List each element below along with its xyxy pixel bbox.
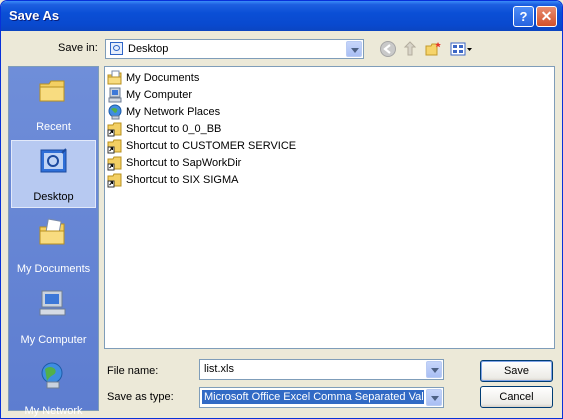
my-network-icon bbox=[108, 104, 122, 120]
save-as-dialog: Save As ? ✕ Save in: Desktop Recent Desk… bbox=[0, 0, 563, 419]
file-name-value: list.xls bbox=[204, 363, 234, 375]
place-label: My Computer bbox=[20, 334, 87, 346]
list-item[interactable]: Shortcut to SIX SIGMA bbox=[107, 172, 239, 188]
place-recent[interactable]: Recent bbox=[11, 69, 96, 137]
views-menu-icon[interactable] bbox=[449, 40, 473, 58]
dialog-title: Save As bbox=[9, 8, 60, 23]
back-icon[interactable] bbox=[379, 40, 397, 58]
place-desktop[interactable]: Desktop bbox=[11, 140, 96, 208]
cancel-button[interactable]: Cancel bbox=[480, 386, 553, 408]
folder-shortcut-icon bbox=[107, 156, 122, 171]
recent-folder-icon bbox=[39, 80, 65, 102]
file-name: My Network Places bbox=[126, 106, 221, 118]
new-folder-icon[interactable] bbox=[425, 40, 443, 58]
desktop-icon bbox=[40, 148, 67, 173]
folder-shortcut-icon bbox=[107, 139, 122, 154]
desktop-icon bbox=[110, 42, 123, 55]
file-name: Shortcut to CUSTOMER SERVICE bbox=[126, 140, 297, 152]
file-name: My Computer bbox=[126, 89, 193, 101]
place-my-network[interactable]: My Network bbox=[11, 353, 96, 418]
list-item[interactable]: Shortcut to SapWorkDir bbox=[107, 155, 241, 171]
close-button[interactable]: ✕ bbox=[536, 6, 557, 27]
list-item[interactable]: My Documents bbox=[107, 70, 199, 86]
file-name: Shortcut to SIX SIGMA bbox=[126, 174, 239, 186]
up-folder-icon[interactable] bbox=[402, 40, 420, 58]
my-computer-icon bbox=[39, 290, 66, 316]
file-name: My Documents bbox=[126, 72, 200, 84]
list-item[interactable]: Shortcut to 0_0_BB bbox=[107, 121, 221, 137]
list-item[interactable]: Shortcut to CUSTOMER SERVICE bbox=[107, 138, 296, 154]
save-as-type-value: Microsoft Office Excel Comma Separated V… bbox=[202, 390, 424, 404]
place-label: My Documents bbox=[16, 263, 91, 275]
list-item[interactable]: My Network Places bbox=[107, 104, 220, 120]
save-button[interactable]: Save bbox=[480, 360, 553, 382]
save-as-type-label: Save as type: bbox=[107, 391, 174, 403]
file-name: Shortcut to 0_0_BB bbox=[126, 123, 222, 135]
list-item[interactable]: My Computer bbox=[107, 87, 192, 103]
file-name-field[interactable]: list.xls bbox=[199, 359, 444, 380]
save-as-type-dropdown[interactable]: Microsoft Office Excel Comma Separated V… bbox=[199, 387, 444, 408]
file-list[interactable]: My Documents My Computer My Network Plac… bbox=[104, 66, 555, 349]
place-label: Desktop bbox=[33, 191, 74, 203]
my-network-icon bbox=[41, 362, 63, 389]
title-bar[interactable]: Save As ? ✕ bbox=[1, 1, 562, 31]
my-documents-icon bbox=[39, 218, 65, 245]
my-computer-icon bbox=[108, 87, 122, 103]
folder-shortcut-icon bbox=[107, 122, 122, 137]
folder-shortcut-icon bbox=[107, 173, 122, 188]
place-my-documents[interactable]: My Documents bbox=[11, 211, 96, 279]
save-in-value: Desktop bbox=[128, 43, 169, 55]
save-in-label: Save in: bbox=[58, 42, 98, 54]
file-name-label: File name: bbox=[107, 365, 159, 377]
places-bar: Recent Desktop My Documents My Computer … bbox=[8, 66, 99, 417]
place-my-computer[interactable]: My Computer bbox=[11, 282, 96, 350]
chevron-down-icon[interactable] bbox=[426, 389, 442, 406]
place-label: My Network bbox=[24, 405, 83, 417]
save-in-dropdown[interactable]: Desktop bbox=[105, 39, 364, 59]
chevron-down-icon[interactable] bbox=[346, 41, 362, 57]
file-name: Shortcut to SapWorkDir bbox=[126, 157, 242, 169]
help-button[interactable]: ? bbox=[513, 6, 534, 27]
place-label: Recent bbox=[36, 121, 71, 133]
chevron-down-icon[interactable] bbox=[426, 361, 442, 378]
my-documents-icon bbox=[107, 70, 122, 85]
